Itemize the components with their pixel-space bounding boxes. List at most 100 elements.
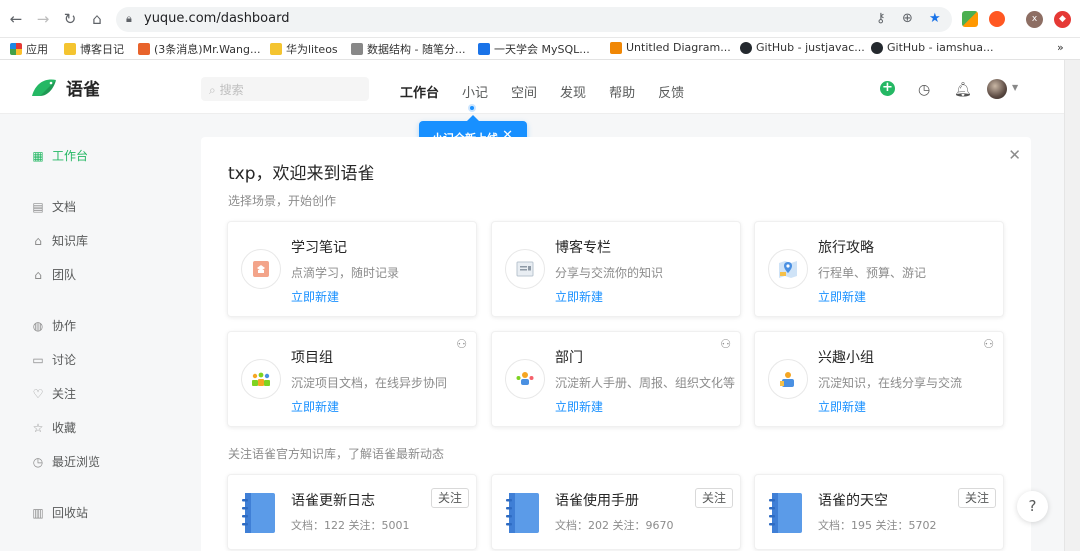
help-button[interactable]: ? [1017,491,1048,522]
tv-icon [478,43,490,55]
create-link[interactable]: 立即新建 [818,288,866,305]
avatar[interactable] [987,79,1007,99]
github-icon [871,41,883,54]
bookmark-label: 博客日记 [80,43,124,56]
sidebar-item-label: 关注 [52,387,77,401]
close-icon[interactable]: ✕ [1008,146,1021,164]
department-icon [505,359,545,399]
reload-icon[interactable]: ↻ [61,10,79,28]
sidebar-item-label: 知识库 [52,234,89,248]
create-link[interactable]: 立即新建 [555,398,603,415]
welcome-panel: ✕ txp，欢迎来到语雀 选择场景，开始创作 学习笔记 点滴学习，随时记录 立即… [201,137,1031,551]
scene-card-department[interactable]: ⚇ 部门 沉淀新人手册、周报、组织文化等 立即新建 [491,331,741,427]
nav-help[interactable]: 帮助 [609,82,635,101]
bookmark-item[interactable]: 华为liteos [270,41,338,57]
card-title: 部门 [555,350,583,366]
nav-notes[interactable]: 小记 [462,82,488,101]
address-bar[interactable]: 🔒︎ yuque.com/dashboard ⚷ ⊕ ★ [116,7,952,32]
bookmark-item[interactable]: (3条消息)Mr.Wang... [138,41,260,57]
search-placeholder: 搜索 [219,83,244,97]
page-icon [351,43,363,55]
search-input[interactable]: ⌕ 搜索 [201,77,369,101]
sidebar-item-label: 文档 [52,200,77,214]
url-text: yuque.com/dashboard [144,11,290,26]
book-card[interactable]: 语雀使用手册 文档：202 关注：9670 关注 [491,474,741,550]
page-title: txp，欢迎来到语雀 [228,164,375,184]
comment-icon: ▭ [32,352,44,367]
app-header: 语雀 ⌕ 搜索 工作台 小记 空间 发现 帮助 反馈 + ◷ 🔔︎ ▼ [0,60,1064,114]
forward-icon[interactable]: → [34,10,52,28]
sidebar-item-label: 团队 [52,268,77,282]
bookmark-star-icon[interactable]: ★ [929,11,941,26]
bookmark-item[interactable]: 数据结构 - 随笔分... [351,41,465,57]
scene-card-interest[interactable]: ⚇ 兴趣小组 沉淀知识，在线分享与交流 立即新建 [754,331,1004,427]
sidebar-item-trash[interactable]: ▥ 回收站 [32,504,88,521]
bookmark-item[interactable]: GitHub - iamshua... [871,41,994,54]
sidebar-item-library[interactable]: ⌂ 知识库 [32,232,88,249]
follow-button[interactable]: 关注 [430,488,469,508]
bookmark-item[interactable]: GitHub - justjavac... [740,41,865,54]
folder-icon [270,43,282,55]
create-link[interactable]: 立即新建 [291,398,339,415]
bell-icon[interactable]: 🔔︎ [954,82,972,98]
back-icon[interactable]: ← [7,10,25,28]
nav-space[interactable]: 空间 [511,82,537,101]
card-desc: 行程单、预算、游记 [818,266,927,280]
nav-feedback[interactable]: 反馈 [658,82,684,101]
sidebar-item-workbench[interactable]: ▦ 工作台 [32,147,88,164]
create-link[interactable]: 立即新建 [555,288,603,305]
extension-icon[interactable]: ◆ [1054,11,1071,28]
folder-icon [64,43,76,55]
profile-icon[interactable]: x [1026,11,1043,28]
scene-card-project[interactable]: ⚇ 项目组 沉淀项目文档，在线异步协同 立即新建 [227,331,477,427]
sidebar-item-docs[interactable]: ▤ 文档 [32,198,76,215]
nav-discover[interactable]: 发现 [560,82,586,101]
sidebar-item-favorites[interactable]: ☆ 收藏 [32,419,76,436]
clock-icon: ◷ [32,454,44,469]
book-title: 语雀的天空 [818,493,888,509]
create-link[interactable]: 立即新建 [291,288,339,305]
team-icon: ⌂ [34,267,42,282]
sidebar-item-collab[interactable]: ◍ 协作 [32,317,76,334]
bookmark-apps[interactable]: 应用 [10,41,48,57]
sidebar: ▦ 工作台 ▤ 文档 ⌂ 知识库 ⌂ 团队 ◍ 协作 ▭ 讨论 ♡ 关注 ☆ 收藏 ◷ 最近浏览 … [0,114,200,551]
follow-button[interactable]: 关注 [957,488,996,508]
book-card[interactable]: 语雀更新日志 文档：122 关注：5001 关注 [227,474,477,550]
bookmark-item[interactable]: 博客日记 [64,41,124,57]
scrollbar[interactable] [1064,60,1080,551]
group-icon: ⚇ [983,337,994,351]
lock-icon: 🔒︎ [126,12,132,25]
sidebar-item-follow[interactable]: ♡ 关注 [32,385,76,402]
add-icon[interactable]: + [880,81,895,96]
bookmark-label: GitHub - justjavac... [756,41,865,54]
bookmark-item[interactable]: 一天学会 MySQL... [478,41,590,57]
csdn-icon [138,43,150,55]
sidebar-item-team[interactable]: ⌂ 团队 [32,266,76,283]
bookmark-label: Untitled Diagram... [626,41,731,54]
bookmark-item[interactable]: Untitled Diagram... [610,41,731,54]
book-card[interactable]: 语雀的天空 文档：195 关注：5702 关注 [754,474,1004,550]
scene-card-study[interactable]: 学习笔记 点滴学习，随时记录 立即新建 [227,221,477,317]
key-icon[interactable]: ⚷ [876,11,886,26]
chevron-down-icon[interactable]: ▼ [1012,83,1018,92]
sidebar-item-discuss[interactable]: ▭ 讨论 [32,351,76,368]
follow-button[interactable]: 关注 [694,488,733,508]
scene-card-blog[interactable]: 博客专栏 分享与交流你的知识 立即新建 [491,221,741,317]
extension-icon[interactable] [962,11,978,27]
home-icon[interactable]: ⌂ [88,10,106,28]
scene-card-travel[interactable]: 旅行攻略 行程单、预算、游记 立即新建 [754,221,1004,317]
bookmark-label: 应用 [26,43,48,56]
book-meta: 文档：122 关注：5001 [291,519,410,532]
diagram-icon [610,41,622,54]
card-desc: 点滴学习，随时记录 [291,266,400,280]
create-link[interactable]: 立即新建 [818,398,866,415]
clock-icon[interactable]: ◷ [918,82,930,98]
study-note-icon [241,249,281,289]
book-meta: 文档：202 关注：9670 [555,519,674,532]
extension-icon[interactable] [989,11,1005,27]
nav-workbench[interactable]: 工作台 [400,82,439,101]
sidebar-item-recent[interactable]: ◷ 最近浏览 [32,453,100,470]
more-bookmarks[interactable]: » [1057,41,1064,54]
logo[interactable]: 语雀 [30,75,100,100]
zoom-icon[interactable]: ⊕ [902,11,913,26]
